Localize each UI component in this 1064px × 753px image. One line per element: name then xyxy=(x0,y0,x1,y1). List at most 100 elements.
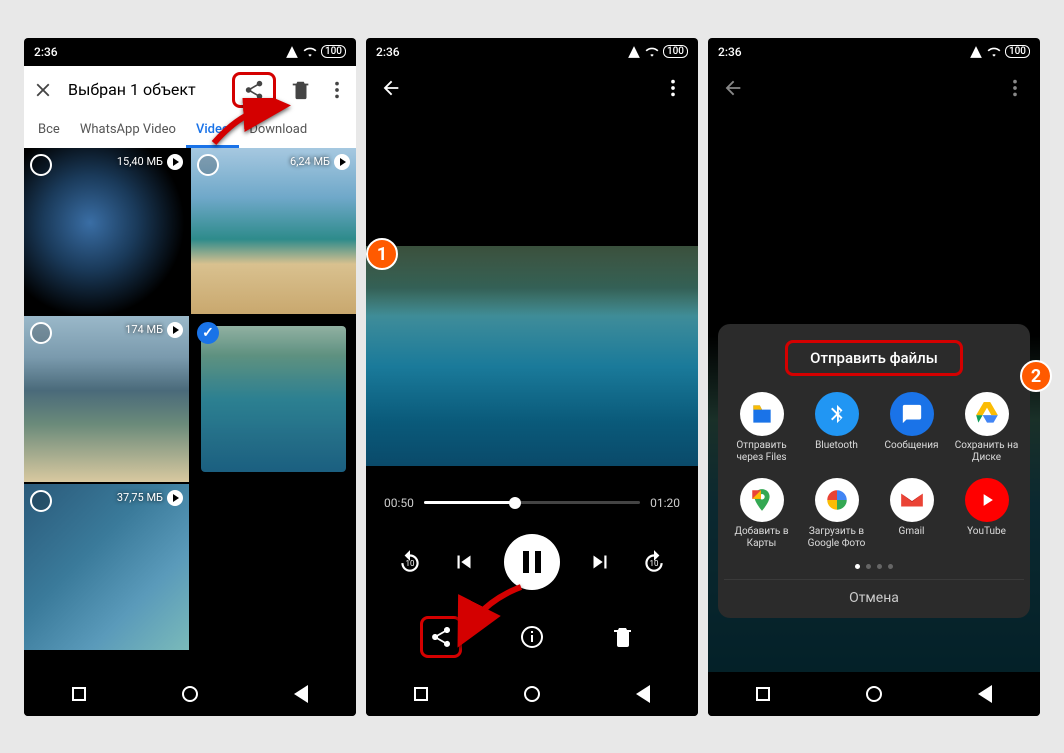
select-circle[interactable] xyxy=(30,490,52,512)
status-bar: 2:36 100 xyxy=(708,38,1040,66)
share-app-grid: Отправить через Files Bluetooth Сообщени… xyxy=(724,392,1024,550)
video-thumb-selected[interactable] xyxy=(191,316,356,482)
share-sheet-title: Отправить файлы xyxy=(785,340,963,376)
nav-recent-icon[interactable] xyxy=(756,687,770,701)
tab-whatsapp[interactable]: WhatsApp Video xyxy=(70,114,186,148)
gallery-appbar: Выбран 1 объект xyxy=(24,66,356,114)
player-topbar xyxy=(366,66,698,110)
android-navbar xyxy=(366,672,698,716)
status-bar: 2:36 100 xyxy=(24,38,356,66)
select-circle[interactable] xyxy=(30,154,52,176)
cancel-button[interactable]: Отмена xyxy=(724,579,1024,608)
select-circle[interactable] xyxy=(197,154,219,176)
video-thumb[interactable]: 174 МБ xyxy=(24,316,189,482)
seek-track[interactable] xyxy=(424,501,640,504)
delete-button[interactable] xyxy=(602,616,644,658)
status-time: 2:36 xyxy=(376,45,400,59)
more-icon[interactable] xyxy=(662,77,684,99)
play-icon xyxy=(167,154,183,170)
nav-home-icon[interactable] xyxy=(182,686,198,702)
share-app-files[interactable]: Отправить через Files xyxy=(724,392,799,464)
video-thumb-empty xyxy=(191,484,356,650)
phone-player: 2:36 100 00:50 01:20 10 10 xyxy=(366,38,698,716)
more-icon[interactable] xyxy=(326,79,348,101)
annotation-arrow xyxy=(451,582,531,656)
more-icon xyxy=(1004,77,1026,99)
video-thumb[interactable]: 37,75 МБ xyxy=(24,484,189,650)
gallery-grid: 15,40 МБ 6,24 МБ 174 МБ 37,75 МБ xyxy=(24,148,356,672)
select-circle[interactable] xyxy=(30,322,52,344)
share-app-drive[interactable]: Сохранить на Диске xyxy=(949,392,1024,464)
status-battery: 100 xyxy=(321,45,346,58)
photos-icon xyxy=(815,478,859,522)
thumb-size: 174 МБ xyxy=(125,323,163,336)
share-app-messages[interactable]: Сообщения xyxy=(874,392,949,464)
gallery-tabs: Все WhatsApp Video Video Download xyxy=(24,114,356,148)
step-badge-2: 2 xyxy=(1020,360,1052,392)
android-navbar xyxy=(24,672,356,716)
status-icons: 100 xyxy=(627,45,688,59)
share-sheet: Отправить файлы Отправить через Files Bl… xyxy=(718,324,1030,618)
video-thumb[interactable]: 15,40 МБ xyxy=(24,148,189,314)
video-thumb[interactable]: 6,24 МБ xyxy=(191,148,356,314)
maps-icon xyxy=(740,478,784,522)
bluetooth-icon xyxy=(815,392,859,436)
annotation-arrow xyxy=(204,98,294,152)
share-app-photos[interactable]: Загрузить в Google Фото xyxy=(799,478,874,550)
nav-back-icon[interactable] xyxy=(636,685,650,703)
android-navbar xyxy=(708,672,1040,716)
play-icon xyxy=(334,154,350,170)
time-total: 01:20 xyxy=(650,496,680,510)
status-bar: 2:36 100 xyxy=(366,38,698,66)
tab-all[interactable]: Все xyxy=(28,114,70,148)
nav-home-icon[interactable] xyxy=(866,686,882,702)
appbar-title: Выбран 1 объект xyxy=(68,80,218,99)
seek-bar: 00:50 01:20 xyxy=(366,486,698,520)
time-current: 00:50 xyxy=(384,496,414,510)
nav-back-icon[interactable] xyxy=(978,685,992,703)
share-app-youtube[interactable]: YouTube xyxy=(949,478,1024,550)
close-icon[interactable] xyxy=(32,79,54,101)
phone-share-sheet: 2:36 100 Отправить файлы Отправить через… xyxy=(708,38,1040,716)
messages-icon xyxy=(890,392,934,436)
next-icon[interactable] xyxy=(586,548,614,576)
thumb-size: 15,40 МБ xyxy=(117,155,163,168)
thumb-size: 37,75 МБ xyxy=(117,491,163,504)
player-area: 00:50 01:20 10 10 xyxy=(366,110,698,672)
share-app-bluetooth[interactable]: Bluetooth xyxy=(799,392,874,464)
nav-home-icon[interactable] xyxy=(524,686,540,702)
dimmed-background[interactable]: Отправить файлы Отправить через Files Bl… xyxy=(708,110,1040,672)
drive-icon xyxy=(965,392,1009,436)
video-frame[interactable] xyxy=(366,246,698,466)
nav-back-icon[interactable] xyxy=(294,685,308,703)
share-app-gmail[interactable]: Gmail xyxy=(874,478,949,550)
play-icon xyxy=(167,322,183,338)
share-icon[interactable] xyxy=(429,625,453,649)
forward-10-icon[interactable]: 10 xyxy=(640,548,668,576)
player-controls: 10 10 xyxy=(366,534,698,590)
play-icon xyxy=(167,490,183,506)
files-icon xyxy=(740,392,784,436)
thumb-size: 6,24 МБ xyxy=(290,155,330,168)
status-icons: 100 xyxy=(285,45,346,59)
player-topbar-dimmed xyxy=(708,66,1040,110)
status-battery: 100 xyxy=(1005,45,1030,58)
player-bottom-actions xyxy=(366,616,698,658)
prev-icon[interactable] xyxy=(450,548,478,576)
youtube-icon xyxy=(965,478,1009,522)
svg-text:2: 2 xyxy=(1031,366,1041,387)
back-icon xyxy=(722,77,744,99)
replay-10-icon[interactable]: 10 xyxy=(396,548,424,576)
select-circle-checked[interactable] xyxy=(197,322,219,344)
status-time: 2:36 xyxy=(718,45,742,59)
phone-gallery: 2:36 100 Выбран 1 объект Все WhatsApp Vi… xyxy=(24,38,356,716)
page-dots xyxy=(724,564,1024,569)
back-icon[interactable] xyxy=(380,77,402,99)
gmail-icon xyxy=(890,478,934,522)
nav-recent-icon[interactable] xyxy=(414,687,428,701)
status-icons: 100 xyxy=(969,45,1030,59)
share-app-maps[interactable]: Добавить в Карты xyxy=(724,478,799,550)
step-badge-1: 1 xyxy=(366,238,398,270)
nav-recent-icon[interactable] xyxy=(72,687,86,701)
status-time: 2:36 xyxy=(34,45,58,59)
